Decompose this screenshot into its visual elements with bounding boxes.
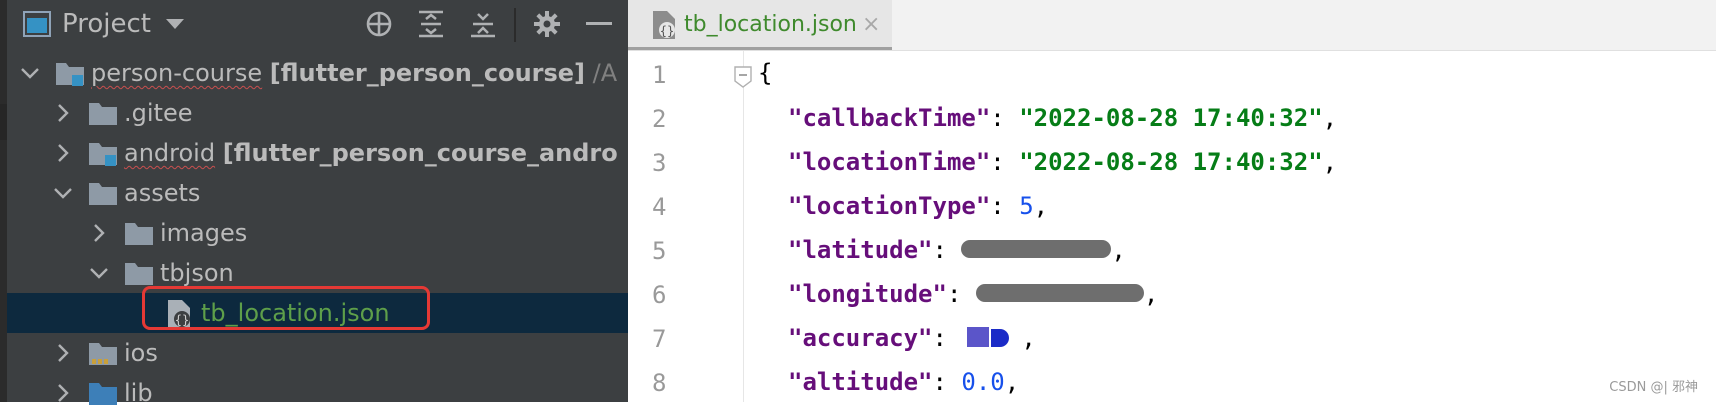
code-line-8: "altitude": 0.0, bbox=[788, 368, 1020, 396]
dropdown-icon[interactable] bbox=[160, 9, 190, 39]
json-number: 0.0 bbox=[961, 368, 1005, 396]
code-line-7: "accuracy": , bbox=[788, 324, 1036, 352]
editor-tab-bar: {} tb_location.json × bbox=[628, 0, 1716, 51]
redacted-value bbox=[975, 284, 1144, 302]
folder-icon bbox=[124, 259, 154, 287]
line-number: 5 bbox=[652, 237, 667, 265]
tab-tb-location-json[interactable]: {} tb_location.json × bbox=[628, 0, 892, 50]
chevron-right-icon[interactable] bbox=[51, 141, 75, 165]
folder-icon bbox=[88, 99, 118, 127]
json-file-icon: {} bbox=[650, 10, 678, 40]
minimize-icon[interactable] bbox=[584, 9, 614, 39]
json-key: "accuracy" bbox=[788, 324, 933, 352]
tree-item-label: images bbox=[160, 219, 248, 247]
tree-item-label: android bbox=[124, 139, 216, 167]
json-string: "2022-08-28 17:40:32" bbox=[1019, 148, 1323, 176]
close-icon[interactable]: × bbox=[862, 10, 880, 40]
source-folder-icon bbox=[88, 379, 118, 407]
watermark: CSDN @| 邪神 bbox=[1609, 380, 1698, 395]
redacted-value bbox=[961, 325, 1021, 349]
code-line-6: "longitude": , bbox=[788, 280, 1159, 308]
chevron-right-icon[interactable] bbox=[87, 221, 111, 245]
tree-item-gitee[interactable]: .gitee bbox=[7, 93, 628, 133]
chevron-down-icon[interactable] bbox=[87, 261, 111, 285]
collapse-all-icon[interactable] bbox=[468, 9, 498, 39]
chevron-down-icon[interactable] bbox=[18, 61, 42, 85]
tree-item-person-course[interactable]: person-course [flutter_person_course] /A bbox=[7, 53, 628, 93]
tree-item-label: person-course bbox=[91, 59, 263, 87]
fold-icon[interactable] bbox=[734, 66, 752, 88]
json-key: "locationType" bbox=[788, 192, 991, 220]
locate-icon[interactable] bbox=[364, 9, 394, 39]
folder-icon bbox=[88, 339, 118, 367]
line-number: 3 bbox=[652, 149, 667, 177]
project-panel: Project person-course [flutter_person_co… bbox=[0, 0, 628, 407]
folder-icon bbox=[124, 219, 154, 247]
tree-item-ios[interactable]: ios bbox=[7, 333, 628, 373]
tree-item-android[interactable]: android [flutter_person_course_andro bbox=[7, 133, 628, 173]
tree-item-label: lib bbox=[124, 379, 153, 407]
chevron-right-icon[interactable] bbox=[51, 381, 75, 405]
chevron-right-icon[interactable] bbox=[51, 101, 75, 125]
line-number: 4 bbox=[652, 193, 667, 221]
tree-item-images[interactable]: images bbox=[7, 213, 628, 253]
tree-item-tbjson[interactable]: tbjson bbox=[7, 253, 628, 293]
module-icon bbox=[88, 139, 118, 167]
module-path: /A bbox=[592, 59, 618, 87]
folder-icon bbox=[88, 179, 118, 207]
line-number: 7 bbox=[652, 325, 667, 353]
project-panel-header: Project bbox=[0, 0, 628, 50]
tree-item-assets[interactable]: assets bbox=[7, 173, 628, 213]
gear-icon[interactable] bbox=[532, 9, 562, 39]
json-string: "2022-08-28 17:40:32" bbox=[1019, 104, 1323, 132]
tree-item-label: ios bbox=[124, 339, 158, 367]
json-file-icon: {} bbox=[165, 299, 195, 328]
json-number: 5 bbox=[1019, 192, 1034, 220]
editor-pane: {} tb_location.json × 1 2 3 4 5 6 7 8 { … bbox=[628, 0, 1716, 402]
tree-item-lib[interactable]: lib bbox=[7, 373, 628, 413]
tree-item-label: .gitee bbox=[124, 99, 193, 127]
line-number: 6 bbox=[652, 281, 667, 309]
tree-item-label: assets bbox=[124, 179, 201, 207]
expand-all-icon[interactable] bbox=[416, 9, 446, 39]
tree-item-tb-location-json[interactable]: {} tb_location.json bbox=[7, 293, 628, 333]
line-number: 1 bbox=[652, 61, 667, 89]
panel-title[interactable]: Project bbox=[62, 8, 151, 40]
module-name: [flutter_person_course_andro bbox=[222, 139, 618, 167]
line-number: 2 bbox=[652, 105, 667, 133]
module-icon bbox=[55, 59, 85, 87]
tab-title: tb_location.json bbox=[684, 12, 857, 37]
code-line-5: "latitude": , bbox=[788, 236, 1126, 264]
json-key: "callbackTime" bbox=[788, 104, 991, 132]
gutter-divider bbox=[743, 51, 744, 402]
json-key: "longitude" bbox=[788, 280, 947, 308]
module-name: [flutter_person_course] bbox=[269, 59, 586, 87]
chevron-down-icon[interactable] bbox=[51, 181, 75, 205]
json-key: "altitude" bbox=[788, 368, 933, 396]
redacted-value bbox=[961, 240, 1112, 258]
code-line-1: { bbox=[758, 59, 773, 87]
tree-item-label: tbjson bbox=[160, 259, 234, 287]
tool-window-strip bbox=[0, 0, 7, 402]
svg-text:{}: {} bbox=[660, 24, 674, 38]
json-key: "locationTime" bbox=[788, 148, 991, 176]
json-key: "latitude" bbox=[788, 236, 933, 264]
tree-item-label: tb_location.json bbox=[201, 299, 390, 327]
line-number: 8 bbox=[652, 369, 667, 397]
project-icon bbox=[22, 9, 52, 39]
svg-text:{}: {} bbox=[175, 313, 189, 327]
code-line-3: "locationTime": "2022-08-28 17:40:32", bbox=[788, 148, 1338, 176]
toolbar-separator bbox=[514, 8, 516, 42]
chevron-right-icon[interactable] bbox=[51, 341, 75, 365]
code-line-2: "callbackTime": "2022-08-28 17:40:32", bbox=[788, 104, 1338, 132]
code-line-4: "locationType": 5, bbox=[788, 192, 1049, 220]
